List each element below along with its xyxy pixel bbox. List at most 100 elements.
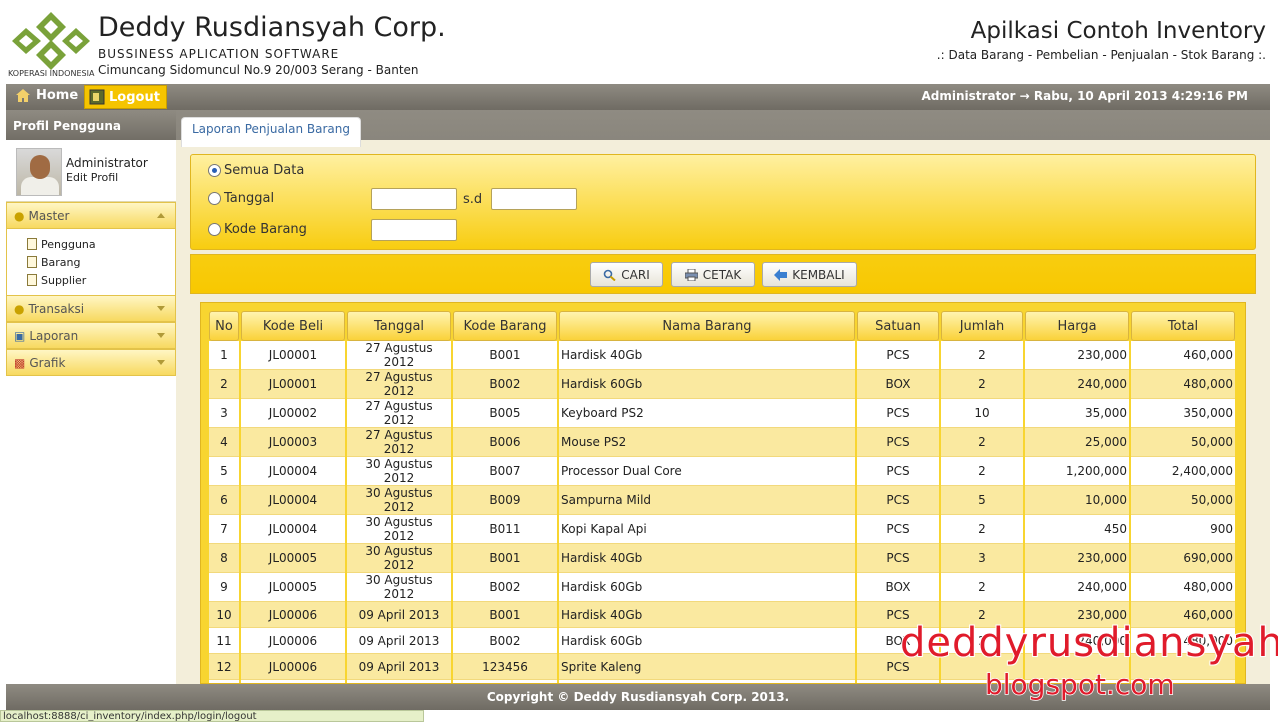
table-cell: 10: [209, 602, 239, 628]
menu-transaksi-label: Transaksi: [28, 301, 85, 316]
date-to-input[interactable]: [491, 188, 577, 210]
radio-semua-data[interactable]: Semua Data: [208, 163, 304, 178]
table-cell: Processor Dual Core: [559, 457, 855, 486]
table-cell: 460,000: [1131, 341, 1235, 370]
radio-icon: [208, 192, 221, 205]
menu-grafik-label: Grafik: [29, 355, 66, 370]
table-cell: 240,000: [1025, 370, 1129, 399]
table-cell: JL00004: [241, 515, 345, 544]
sidebar-item-pengguna[interactable]: Pengguna: [27, 235, 175, 253]
logout-button[interactable]: Logout: [84, 85, 167, 109]
table-cell: 230,000: [1025, 341, 1129, 370]
table-cell: Hardisk 40Gb: [559, 544, 855, 573]
table-cell: PCS: [857, 399, 939, 428]
table-cell: 30 Agustus 2012: [347, 544, 451, 573]
table-cell: Kopi Kapal Api: [559, 515, 855, 544]
logout-label: Logout: [109, 89, 160, 105]
table-cell: B002: [453, 628, 557, 654]
tab-laporan-penjualan[interactable]: Laporan Penjualan Barang: [181, 117, 361, 147]
table-cell: 30 Agustus 2012: [347, 457, 451, 486]
table-cell: Sprite Kaleng: [559, 654, 855, 680]
table-cell: 4: [209, 428, 239, 457]
kode-barang-input[interactable]: [371, 219, 457, 241]
chevron-up-icon: [157, 213, 165, 218]
table-row: 9 JL00005 30 Agustus 2012 B002 Hardisk 60Gb B…: [209, 573, 1235, 602]
user-datetime: Administrator → Rabu, 10 April 2013 4:29…: [921, 89, 1248, 103]
chevron-down-icon: [157, 360, 165, 365]
document-icon: [27, 274, 37, 286]
col-tanggal: Tanggal: [347, 311, 451, 341]
table-cell: JL00005: [241, 573, 345, 602]
table-cell: JL00001: [241, 341, 345, 370]
table-cell: B001: [453, 341, 557, 370]
back-button[interactable]: KEMBALI: [762, 262, 857, 287]
sidebar-item-label: Pengguna: [41, 237, 96, 251]
table-cell: 09 April 2013: [347, 654, 451, 680]
watermark-subtitle: blogspot.com: [984, 667, 1175, 702]
filter-panel: Semua Data Tanggal s.d Kode Barang: [190, 154, 1256, 250]
sidebar-item-supplier[interactable]: Supplier: [27, 271, 175, 289]
table-cell: 450: [1025, 515, 1129, 544]
table-row: 4 JL00003 27 Agustus 2012 B006 Mouse PS2 PCS 2…: [209, 428, 1235, 457]
table-cell: 10,000: [1025, 486, 1129, 515]
printer-icon: [684, 268, 698, 281]
table-cell: 25,000: [1025, 428, 1129, 457]
table-cell: JL00003: [241, 428, 345, 457]
profile-name: Administrator: [66, 156, 148, 170]
user-profile: Administrator Edit Profil: [6, 140, 176, 202]
radio-checked-icon: [208, 164, 221, 177]
date-from-input[interactable]: [371, 188, 457, 210]
home-link[interactable]: Home: [16, 88, 78, 103]
table-cell: JL00001: [241, 370, 345, 399]
back-label: KEMBALI: [792, 267, 845, 282]
table-cell: B002: [453, 370, 557, 399]
col-harga: Harga: [1025, 311, 1129, 341]
chevron-down-icon: [157, 306, 165, 311]
table-cell: JL00004: [241, 486, 345, 515]
bulb-icon: ●: [14, 208, 25, 223]
table-cell: 30 Agustus 2012: [347, 515, 451, 544]
table-row: 3 JL00002 27 Agustus 2012 B005 Keyboard PS2 P…: [209, 399, 1235, 428]
sidebar-title: Profil Pengguna: [6, 110, 176, 140]
table-cell: Hardisk 60Gb: [559, 628, 855, 654]
table-cell: 12: [209, 654, 239, 680]
col-total: Total: [1131, 311, 1235, 341]
table-cell: Hardisk 40Gb: [559, 341, 855, 370]
menu-grafik[interactable]: ▩ Grafik: [6, 349, 176, 376]
table-cell: 5: [941, 486, 1023, 515]
table-cell: Hardisk 60Gb: [559, 370, 855, 399]
edit-profile-link[interactable]: Edit Profil: [66, 171, 118, 184]
table-cell: 900: [1131, 515, 1235, 544]
table-cell: B006: [453, 428, 557, 457]
table-header-row: No Kode Beli Tanggal Kode Barang Nama Ba…: [209, 311, 1235, 341]
search-label: CARI: [621, 267, 650, 282]
table-cell: PCS: [857, 486, 939, 515]
search-button[interactable]: CARI: [590, 262, 663, 287]
company-address: Cimuncang Sidomuncul No.9 20/003 Serang …: [98, 63, 419, 77]
radio-label: Tanggal: [224, 191, 275, 206]
col-satuan: Satuan: [857, 311, 939, 341]
table-cell: 240,000: [1025, 573, 1129, 602]
radio-kode-barang[interactable]: Kode Barang: [208, 222, 307, 237]
table-cell: 1,200,000: [1025, 457, 1129, 486]
table-cell: 30 Agustus 2012: [347, 486, 451, 515]
print-button[interactable]: CETAK: [671, 262, 755, 287]
col-kode-barang: Kode Barang: [453, 311, 557, 341]
table-cell: 2: [209, 370, 239, 399]
col-nama-barang: Nama Barang: [559, 311, 855, 341]
menu-laporan[interactable]: ▣ Laporan: [6, 322, 176, 349]
table-cell: 690,000: [1131, 544, 1235, 573]
radio-tanggal[interactable]: Tanggal: [208, 191, 274, 206]
table-cell: PCS: [857, 341, 939, 370]
menu-transaksi[interactable]: ● Transaksi: [6, 295, 176, 322]
sidebar-item-barang[interactable]: Barang: [27, 253, 175, 271]
menu-master[interactable]: ● Master: [6, 202, 176, 229]
table-cell: B007: [453, 457, 557, 486]
table-cell: JL00006: [241, 628, 345, 654]
table-cell: B005: [453, 399, 557, 428]
table-cell: 1: [209, 341, 239, 370]
table-cell: PCS: [857, 457, 939, 486]
app-subtitle: .: Data Barang - Pembelian - Penjualan -…: [936, 48, 1266, 62]
table-cell: 2: [941, 428, 1023, 457]
table-cell: JL00005: [241, 544, 345, 573]
